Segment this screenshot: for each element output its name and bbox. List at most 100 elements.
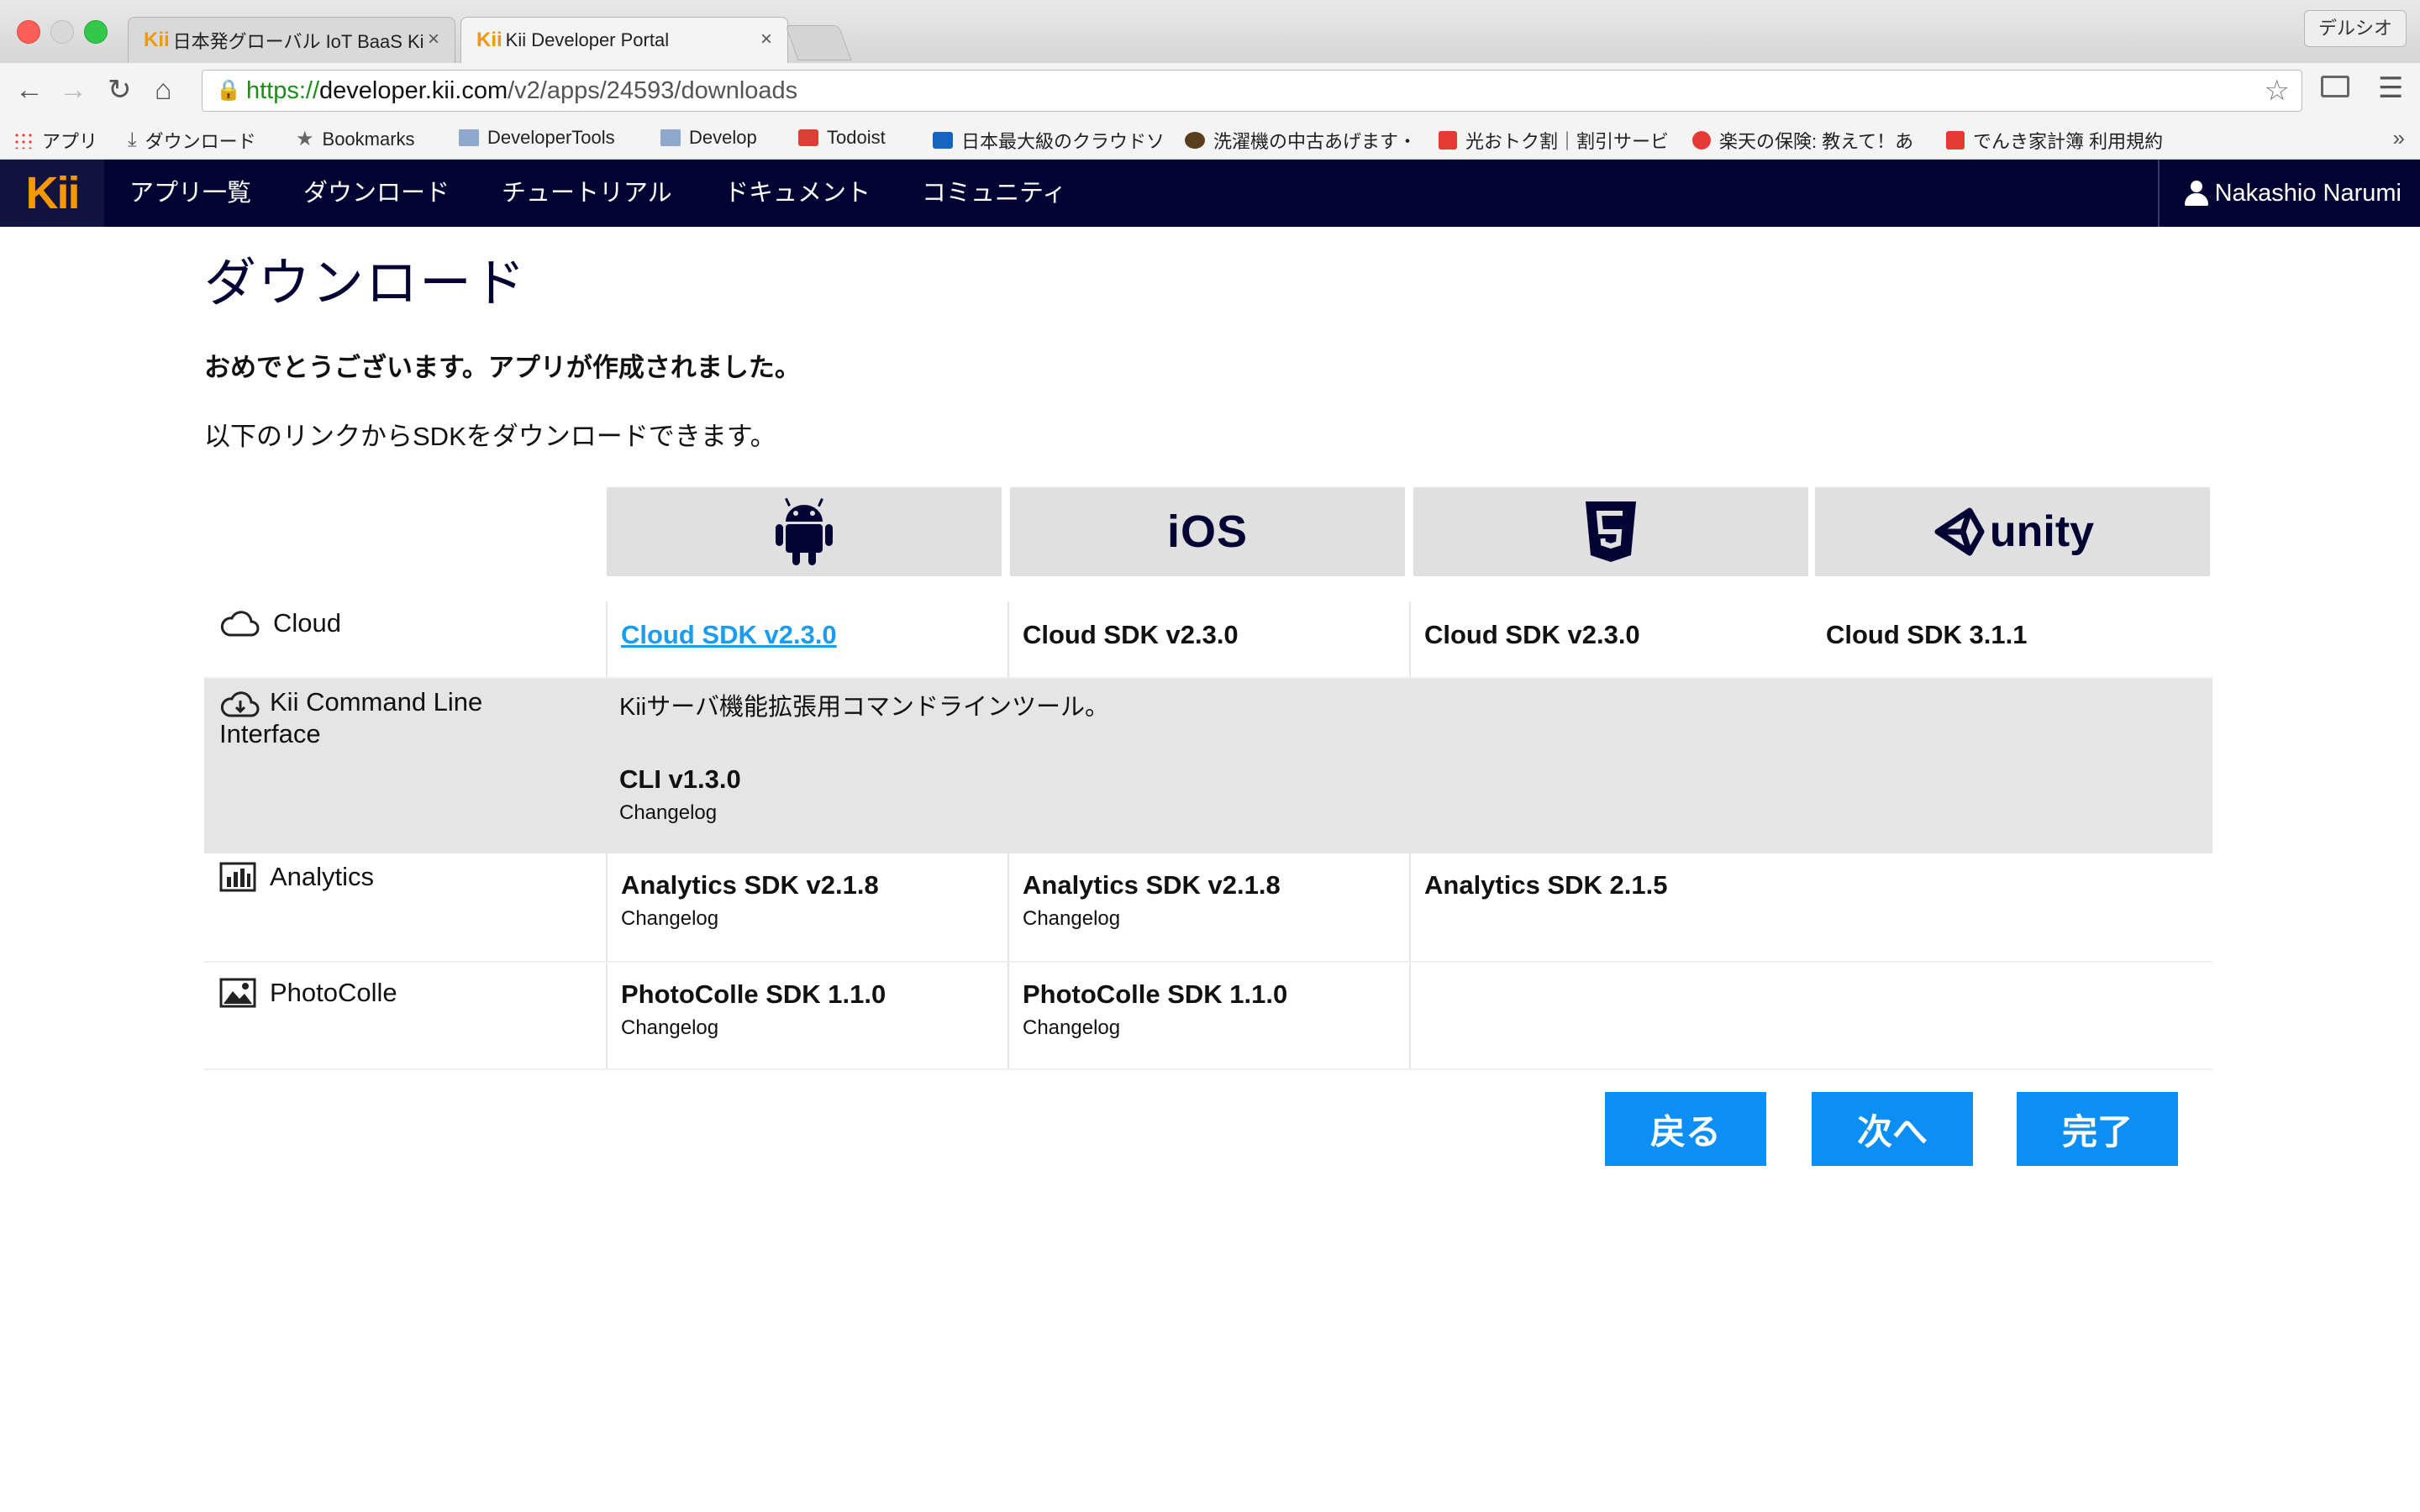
reload-icon[interactable]: ↻ xyxy=(108,73,132,107)
menu-icon[interactable]: ☰ xyxy=(2378,71,2403,105)
unity-label: unity xyxy=(1989,507,2095,556)
analytics-ios-changelog-link[interactable]: Changelog xyxy=(1023,907,1281,931)
bookmark-star-icon[interactable]: ☆ xyxy=(2265,71,2290,111)
bookmark-label: Todoist xyxy=(827,127,886,148)
bookmark-crowdsourcing[interactable]: 日本最大級のクラウドソ xyxy=(933,127,1165,154)
bookmark-developertools[interactable]: DeveloperTools xyxy=(459,127,615,149)
browser-tab-developer-portal[interactable]: Kii Kii Developer Portal × xyxy=(460,17,788,63)
bookmark-denki[interactable]: でんき家計簿 利用規約 xyxy=(1946,127,2163,154)
category-label: Analytics xyxy=(270,862,375,891)
profile-button[interactable]: デルシオ xyxy=(2303,10,2407,47)
bookmark-downloads[interactable]: ⤓ ダウンロード xyxy=(128,127,256,154)
bookmark-develop[interactable]: Develop xyxy=(660,127,757,149)
window-minimize-button[interactable] xyxy=(50,20,74,44)
forward-arrow-icon[interactable]: → xyxy=(59,73,87,107)
tab-close-icon[interactable]: × xyxy=(428,28,439,51)
html5-icon xyxy=(1586,501,1636,562)
next-button[interactable]: 次へ xyxy=(1812,1092,1973,1166)
nav-item-community[interactable]: コミュニティ xyxy=(922,160,1066,227)
ios-label: iOS xyxy=(1166,507,1249,557)
bookmark-label: DeveloperTools xyxy=(487,127,615,148)
site-navbar: Kii アプリ一覧 ダウンロード チュートリアル ドキュメント コミュニティ N… xyxy=(0,160,2420,227)
bookmarks-more-icon[interactable]: » xyxy=(2393,125,2405,151)
category-label: Cloud xyxy=(273,608,341,638)
bookmark-apps[interactable]: アプリ xyxy=(13,127,97,154)
category-label: PhotoColle xyxy=(270,978,397,1007)
page-title: ダウンロード xyxy=(204,255,528,312)
folder-icon xyxy=(459,129,479,146)
photocolle-ios-changelog-link[interactable]: Changelog xyxy=(1023,1016,1287,1040)
browser-titlebar: Kii 日本発グローバル IoT BaaS Kii × Kii Kii Deve… xyxy=(0,0,2420,63)
download-instructions: 以下のリンクからSDKをダウンロードできます。 xyxy=(204,422,776,451)
bookmark-todoist[interactable]: Todoist xyxy=(798,127,886,149)
user-menu[interactable]: Nakashio Narumi xyxy=(2157,160,2420,227)
sdk-row-cloud: Cloud Cloud SDK v2.3.0 Cloud SDK v2.3.0 … xyxy=(204,601,2212,679)
bookmark-bookmarks[interactable]: ★ Bookmarks xyxy=(296,127,415,151)
site-icon xyxy=(1185,132,1205,149)
new-tab-button[interactable] xyxy=(785,25,852,60)
user-name: Nakashio Narumi xyxy=(2214,180,2402,207)
back-arrow-icon[interactable]: ← xyxy=(15,73,44,107)
cli-changelog-link[interactable]: Changelog xyxy=(619,801,741,825)
apps-grid-icon xyxy=(13,132,34,149)
cli-download-link[interactable]: CLI v1.3.0 xyxy=(619,764,741,794)
congrats-message: おめでとうございます。アプリが作成されました。 xyxy=(204,353,801,382)
bookmark-label: でんき家計簿 利用規約 xyxy=(1973,131,2164,152)
unity-icon xyxy=(1934,507,1985,556)
bookmark-hikari[interactable]: 光おトク割｜割引サービ xyxy=(1439,127,1669,154)
back-button[interactable]: 戻る xyxy=(1605,1092,1766,1166)
bookmark-label: 楽天の保険: 教えて！あ xyxy=(1719,131,1914,152)
bookmarks-bar: アプリ ⤓ ダウンロード ★ Bookmarks DeveloperTools … xyxy=(0,120,2420,160)
nav-item-documents[interactable]: ドキュメント xyxy=(724,160,871,227)
category-cloud: Cloud xyxy=(219,608,341,638)
bookmark-washing-machine[interactable]: 洗濯機の中古あげます・ xyxy=(1185,127,1417,154)
window-zoom-button[interactable] xyxy=(84,20,108,44)
address-bar[interactable]: 🔒 https://developer.kii.com/v2/apps/2459… xyxy=(202,70,2302,112)
cloud-sdk-unity[interactable]: Cloud SDK 3.1.1 xyxy=(1826,620,2027,650)
cloud-sdk-ios[interactable]: Cloud SDK v2.3.0 xyxy=(1023,620,1239,650)
android-icon xyxy=(776,497,833,565)
tab-close-icon[interactable]: × xyxy=(760,28,772,51)
site-icon xyxy=(1439,131,1457,150)
user-icon xyxy=(2184,181,2208,206)
kii-favicon-icon: Kii xyxy=(144,29,170,51)
home-icon[interactable]: ⌂ xyxy=(155,73,172,107)
lock-icon: 🔒 xyxy=(216,79,241,102)
nav-item-apps[interactable]: アプリ一覧 xyxy=(129,160,251,227)
bookmark-rakuten[interactable]: 楽天の保険: 教えて！あ xyxy=(1692,127,1913,154)
bookmark-label: 日本最大級のクラウドソ xyxy=(961,131,1165,152)
photocolle-sdk-ios[interactable]: PhotoColle SDK 1.1.0 xyxy=(1023,979,1287,1009)
browser-tab-kii-home[interactable]: Kii 日本発グローバル IoT BaaS Kii × xyxy=(128,17,455,63)
done-button[interactable]: 完了 xyxy=(2017,1092,2178,1166)
url-scheme: https:// xyxy=(246,77,320,104)
analytics-sdk-html5[interactable]: Analytics SDK 2.1.5 xyxy=(1424,870,1667,900)
site-icon xyxy=(933,132,953,149)
analytics-sdk-ios[interactable]: Analytics SDK v2.1.8 xyxy=(1023,870,1281,900)
cloud-sdk-android-link[interactable]: Cloud SDK v2.3.0 xyxy=(621,620,837,649)
analytics-android-changelog-link[interactable]: Changelog xyxy=(621,907,879,931)
window-close-button[interactable] xyxy=(17,20,40,44)
platform-header-android xyxy=(607,487,1002,576)
tab-title: 日本発グローバル IoT BaaS Kii xyxy=(172,31,425,52)
nav-item-tutorial[interactable]: チュートリアル xyxy=(502,160,672,227)
platform-header-unity: unity xyxy=(1815,487,2210,576)
kii-logo[interactable]: Kii xyxy=(0,160,104,227)
rakuten-icon xyxy=(1692,131,1711,150)
nav-item-download[interactable]: ダウンロード xyxy=(303,160,450,227)
image-icon xyxy=(219,978,256,1008)
category-analytics: Analytics xyxy=(219,862,374,892)
bookmark-label: 光おトク割｜割引サービ xyxy=(1465,131,1670,152)
cli-description: Kiiサーバ機能拡張用コマンドラインツール。 xyxy=(619,694,1109,721)
bookmark-label: アプリ xyxy=(42,131,98,152)
download-icon: ⤓ xyxy=(128,129,137,151)
browser-toolbar: ← → ↻ ⌂ 🔒 https://developer.kii.com/v2/a… xyxy=(0,63,2420,121)
cast-icon[interactable] xyxy=(2321,76,2349,97)
url-host: developer.kii.com xyxy=(319,77,508,104)
cloud-sdk-html5[interactable]: Cloud SDK v2.3.0 xyxy=(1424,620,1640,650)
category-cli: Kii Command Line Interface xyxy=(219,687,555,749)
photocolle-sdk-android[interactable]: PhotoColle SDK 1.1.0 xyxy=(621,979,886,1009)
photocolle-android-changelog-link[interactable]: Changelog xyxy=(621,1016,886,1040)
analytics-sdk-android[interactable]: Analytics SDK v2.1.8 xyxy=(621,870,879,900)
category-photocolle: PhotoColle xyxy=(219,978,397,1008)
sdk-row-cli: Kii Command Line Interface Kiiサーバ機能拡張用コマ… xyxy=(204,679,2212,853)
